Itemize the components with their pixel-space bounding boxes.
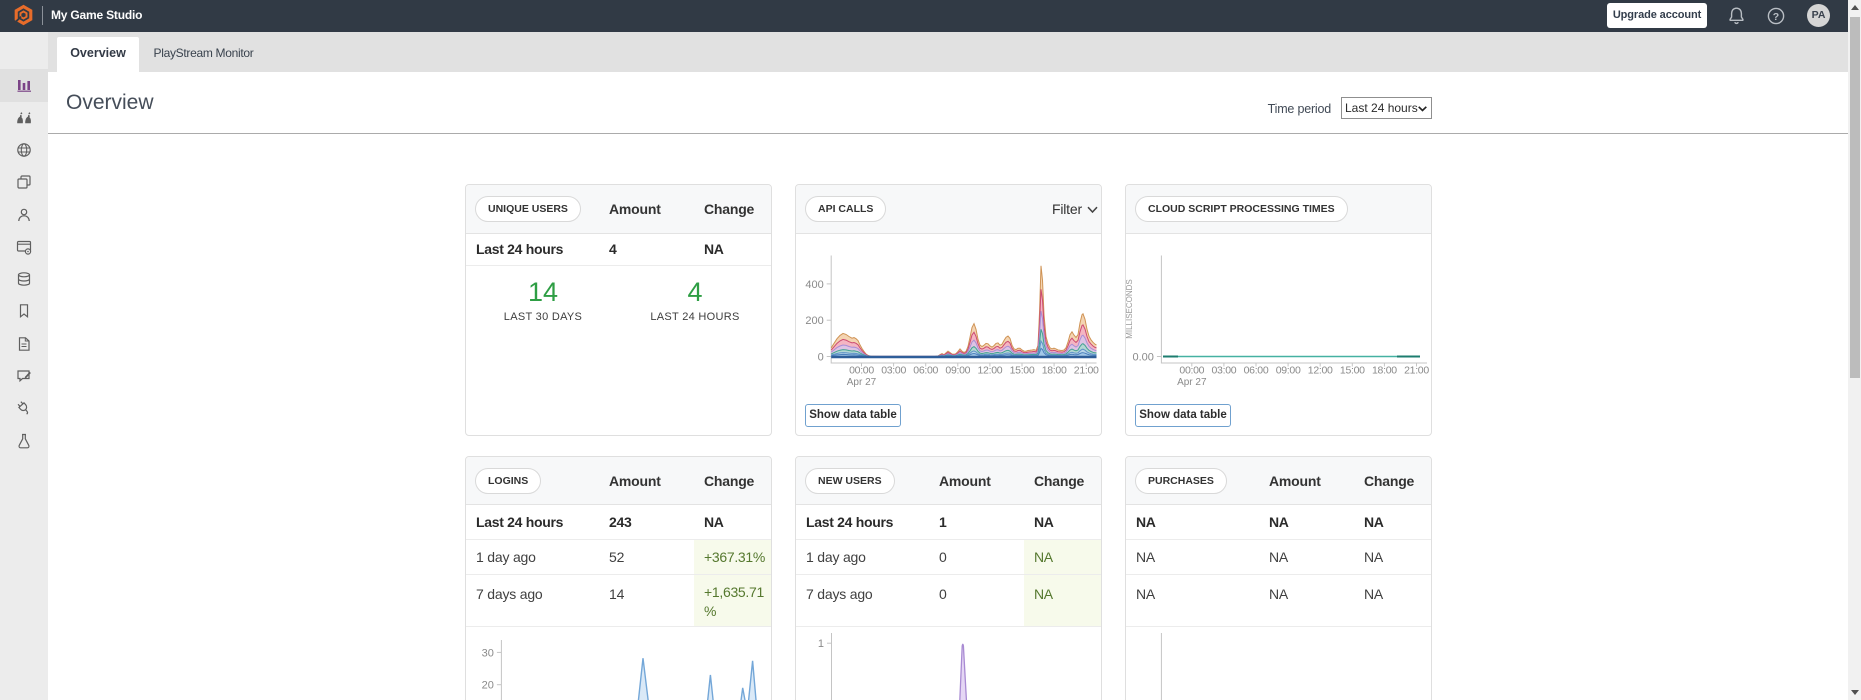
svg-text:1: 1 [818, 638, 824, 650]
svg-text:Apr 27: Apr 27 [1177, 377, 1207, 388]
svg-text:15:00: 15:00 [1010, 365, 1035, 377]
svg-text:03:00: 03:00 [1212, 365, 1237, 377]
svg-text:03:00: 03:00 [881, 365, 906, 377]
svg-text:21:00: 21:00 [1404, 365, 1429, 377]
svg-text:0: 0 [818, 352, 824, 364]
svg-text:Apr 27: Apr 27 [847, 377, 877, 388]
svg-text:09:00: 09:00 [1276, 365, 1301, 377]
svg-text:18:00: 18:00 [1372, 365, 1397, 377]
svg-text:18:00: 18:00 [1042, 365, 1067, 377]
svg-text:00:00: 00:00 [1179, 365, 1204, 377]
svg-text:06:00: 06:00 [913, 365, 938, 377]
svg-text:400: 400 [805, 279, 823, 291]
svg-text:06:00: 06:00 [1244, 365, 1269, 377]
svg-text:15:00: 15:00 [1340, 365, 1365, 377]
svg-text:21:00: 21:00 [1074, 365, 1099, 377]
svg-text:12:00: 12:00 [978, 365, 1003, 377]
svg-text:30: 30 [482, 647, 494, 659]
svg-text:20: 20 [482, 680, 494, 692]
svg-text:MILLISECONDS: MILLISECONDS [1125, 279, 1134, 339]
svg-text:12:00: 12:00 [1308, 365, 1333, 377]
svg-text:00:00: 00:00 [849, 365, 874, 377]
svg-text:09:00: 09:00 [945, 365, 970, 377]
svg-text:200: 200 [805, 315, 823, 327]
svg-text:0.00: 0.00 [1132, 352, 1153, 364]
